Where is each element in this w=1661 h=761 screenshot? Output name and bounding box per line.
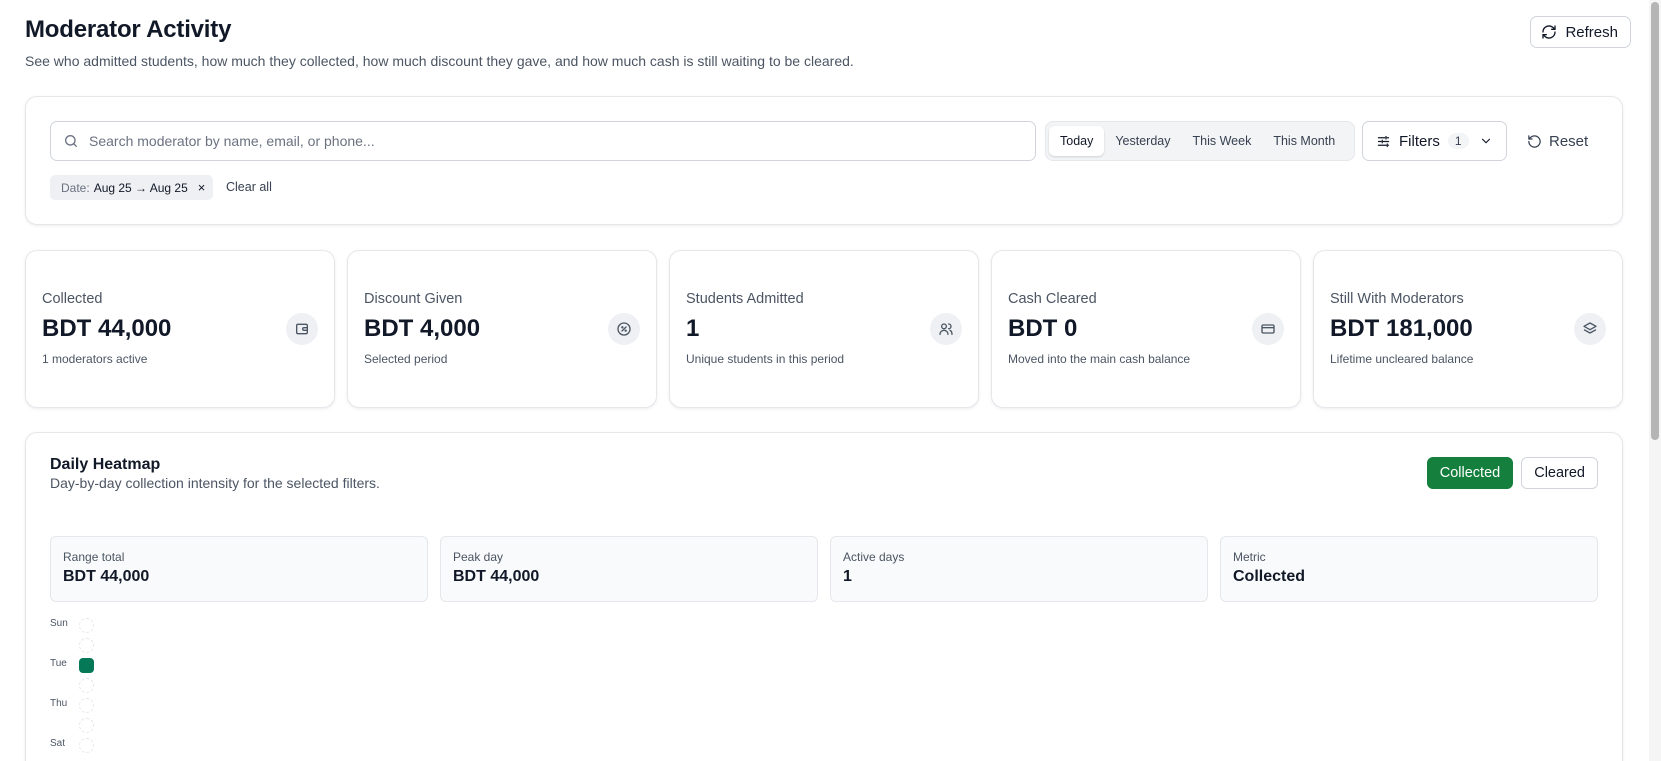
percent-badge-icon [608, 313, 640, 345]
search-box[interactable] [50, 121, 1036, 161]
summary-label: Active days [843, 550, 905, 564]
stat-card-discount: Discount Given BDT 4,000 Selected period [347, 250, 657, 408]
stat-label: Still With Moderators [1330, 291, 1464, 307]
heatmap-cell[interactable] [79, 618, 94, 633]
reset-button[interactable]: Reset [1527, 121, 1588, 161]
summary-active-days: Active days 1 [830, 536, 1208, 602]
heatmap-cell[interactable] [79, 698, 94, 713]
chip-key: Date: [61, 180, 90, 195]
heatmap-cell[interactable] [79, 678, 94, 693]
day-label-sun: Sun [50, 618, 68, 629]
chevron-down-icon [1481, 138, 1490, 144]
heatmap-cell[interactable] [79, 718, 94, 733]
stat-label: Cash Cleared [1008, 291, 1097, 307]
date-range-tabs: Today Yesterday This Week This Month [1045, 121, 1355, 161]
reset-icon [1528, 134, 1541, 148]
stat-value: BDT 4,000 [364, 315, 481, 342]
credit-card-icon [1252, 313, 1284, 345]
heatmap-subtitle: Day-by-day collection intensity for the … [50, 475, 380, 491]
search-icon [65, 135, 77, 147]
stat-card-collected: Collected BDT 44,000 1 moderators active [25, 250, 335, 408]
stat-label: Discount Given [364, 291, 463, 307]
stat-note: Selected period [364, 352, 448, 366]
day-label-thu: Thu [50, 698, 68, 709]
heatmap-cell[interactable] [79, 638, 94, 653]
close-icon[interactable]: × [198, 180, 206, 195]
tab-this-week[interactable]: This Week [1182, 126, 1263, 156]
collected-button[interactable]: Collected [1426, 457, 1514, 489]
summary-value: 1 [843, 568, 852, 585]
stat-card-with-moderators: Still With Moderators BDT 181,000 Lifeti… [1313, 250, 1623, 408]
summary-value: BDT 44,000 [453, 568, 540, 585]
summary-metric: Metric Collected [1220, 536, 1598, 602]
heatmap-cell[interactable] [79, 738, 94, 753]
summary-value: Collected [1233, 568, 1306, 585]
cleared-button[interactable]: Cleared [1521, 457, 1598, 489]
stat-value: 1 [686, 315, 700, 342]
stat-label: Students Admitted [686, 291, 804, 307]
search-input[interactable] [89, 133, 989, 149]
summary-value: BDT 44,000 [63, 568, 150, 585]
wallet-icon [286, 313, 318, 345]
clear-all-link[interactable]: Clear all [226, 176, 272, 198]
sliders-icon [1377, 135, 1390, 147]
refresh-icon [1542, 25, 1557, 39]
page-title: Moderator Activity [25, 16, 232, 43]
stat-note: Moved into the main cash balance [1008, 352, 1191, 366]
summary-peak-day: Peak day BDT 44,000 [440, 536, 818, 602]
page-header: Moderator Activity See who admitted stud… [25, 16, 1631, 76]
stat-note: Lifetime uncleared balance [1330, 352, 1474, 366]
filters-count-badge: 1 [1447, 133, 1469, 149]
stat-value: BDT 44,000 [42, 315, 172, 342]
layers-icon [1574, 313, 1606, 345]
summary-range-total: Range total BDT 44,000 [50, 536, 428, 602]
stat-note: Unique students in this period [686, 352, 845, 366]
scrollbar-thumb[interactable] [1651, 2, 1659, 440]
filters-label: Filters [1399, 132, 1440, 150]
users-icon [930, 313, 962, 345]
tab-yesterday[interactable]: Yesterday [1104, 126, 1181, 156]
filters-dropdown-button[interactable]: Filters 1 [1362, 121, 1507, 161]
stat-label: Collected [42, 291, 103, 307]
stat-card-students: Students Admitted 1 Unique students in t… [669, 250, 979, 408]
summary-label: Metric [1233, 550, 1266, 564]
tab-today[interactable]: Today [1049, 126, 1105, 156]
stat-value: BDT 181,000 [1330, 315, 1473, 342]
stat-note: 1 moderators active [42, 352, 148, 366]
refresh-label: Refresh [1565, 23, 1618, 41]
summary-label: Range total [63, 550, 125, 564]
scrollbar[interactable] [1649, 0, 1661, 761]
filter-panel: Today Yesterday This Week This Month Fil… [25, 96, 1623, 225]
day-label-sat: Sat [50, 738, 66, 749]
metric-toggle: Collected Cleared [1426, 457, 1598, 489]
heatmap-title: Daily Heatmap [50, 456, 161, 473]
heatmap-cell-active[interactable] [79, 658, 94, 673]
day-label-tue: Tue [50, 658, 67, 669]
reset-label: Reset [1549, 132, 1589, 150]
date-filter-chip: Date: Aug 25 → Aug 25 × [50, 175, 214, 200]
daily-heatmap-card: Daily Heatmap Day-by-day collection inte… [25, 432, 1623, 761]
stat-card-cash-cleared: Cash Cleared BDT 0 Moved into the main c… [991, 250, 1301, 408]
stat-value: BDT 0 [1008, 315, 1078, 342]
tab-this-month[interactable]: This Month [1262, 126, 1346, 156]
chip-value: Aug 25 → Aug 25 [93, 180, 188, 195]
refresh-button[interactable]: Refresh [1530, 16, 1631, 48]
summary-label: Peak day [453, 550, 504, 564]
page-subtitle: See who admitted students, how much they… [25, 53, 854, 69]
